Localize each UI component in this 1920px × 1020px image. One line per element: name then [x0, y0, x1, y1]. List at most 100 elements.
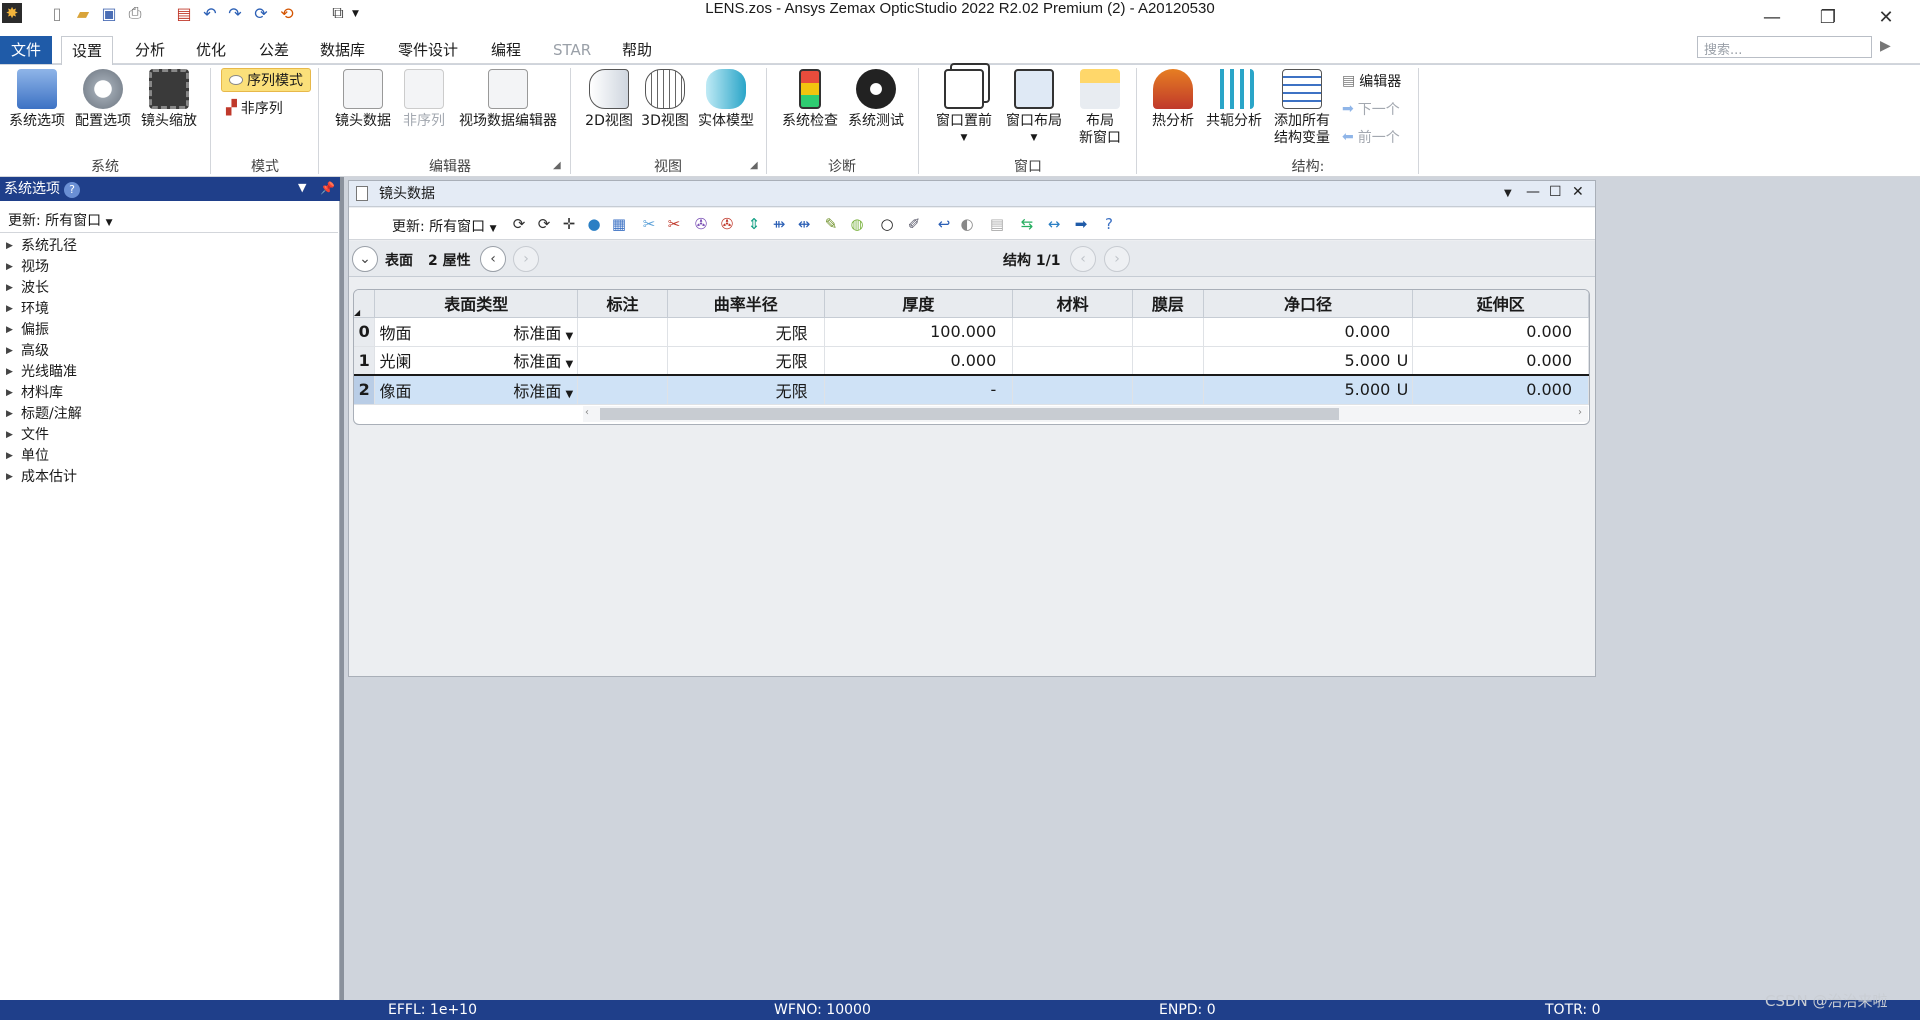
tree-item[interactable]: ▶ 波长 [6, 278, 49, 298]
menu-setup[interactable]: 设置 [61, 36, 114, 65]
material-cell[interactable] [1012, 374, 1133, 405]
radius-cell[interactable]: 无限 [667, 346, 825, 376]
add-all-config-vars-button[interactable]: 添加所有 结构变量 [1270, 69, 1334, 147]
menu-tolerance[interactable]: 公差 [249, 38, 299, 64]
sequential-mode-button[interactable]: 序列模式 [221, 68, 311, 92]
col-material[interactable]: 材料 [1012, 290, 1133, 318]
menu-file[interactable]: 文件 [0, 36, 52, 64]
coating-cell[interactable] [1132, 374, 1204, 405]
minimize-button[interactable]: — [1752, 4, 1792, 30]
toolbar-tool-icon[interactable]: ? [1100, 215, 1118, 233]
chevron-down-icon[interactable]: ▼ [565, 331, 573, 342]
surface-type-cell[interactable]: 像面 标准面 ▼ [374, 374, 579, 405]
expand-arrow-icon[interactable]: ▶ [6, 425, 21, 445]
toolbar-tool-icon[interactable]: ⟳ [535, 215, 553, 233]
tree-item[interactable]: ▶ 环境 [6, 299, 49, 319]
toolbar-tool-icon[interactable]: ◐ [958, 215, 976, 233]
clear-semi-dia-cell[interactable]: 5.000 U [1203, 374, 1414, 405]
comment-cell[interactable] [577, 346, 668, 376]
next-surface-button[interactable]: › [513, 246, 539, 272]
tree-item[interactable]: ▶ 材料库 [6, 383, 63, 403]
window-menu-icon[interactable]: ▼ [1504, 188, 1512, 199]
col-radius[interactable]: 曲率半径 [667, 290, 825, 318]
window-layout-button[interactable]: 窗口布局 ▼ [1002, 69, 1066, 147]
scrollbar-thumb[interactable] [600, 408, 1339, 420]
chevron-down-icon[interactable]: ▼ [565, 389, 573, 400]
row-number[interactable]: 1 [354, 346, 376, 376]
expand-arrow-icon[interactable]: ▶ [6, 236, 21, 256]
col-coating[interactable]: 膜层 [1132, 290, 1204, 318]
expand-arrow-icon[interactable]: ▶ [6, 341, 21, 361]
col-chip-zone[interactable]: 延伸区 [1412, 290, 1589, 318]
expand-arrow-icon[interactable]: ▶ [6, 383, 21, 403]
toolbar-tool-icon[interactable]: ⇕ [745, 215, 763, 233]
expand-arrow-icon[interactable]: ▶ [6, 446, 21, 466]
restore-button[interactable]: ❐ [1808, 4, 1848, 30]
expand-arrow-icon[interactable]: ▶ [6, 320, 21, 340]
expand-arrow-icon[interactable]: ▶ [6, 362, 21, 382]
col-thickness[interactable]: 厚度 [824, 290, 1014, 318]
toolbar-tool-icon[interactable]: ▦ [610, 215, 628, 233]
row-number[interactable]: 0 [354, 317, 376, 347]
thickness-cell[interactable]: 0.000 [824, 346, 1014, 376]
surface-type-cell[interactable]: 物面 标准面 ▼ [374, 317, 579, 347]
comment-cell[interactable] [577, 317, 668, 347]
toolbar-tool-icon[interactable]: ⇆ [1018, 215, 1036, 233]
2d-view-button[interactable]: 2D视图 [582, 69, 636, 130]
system-options-button[interactable]: 系统选项 [6, 69, 68, 130]
thickness-cell[interactable]: - [824, 374, 1014, 405]
menu-star[interactable]: STAR [543, 38, 601, 64]
play-icon[interactable]: ▶ [1880, 38, 1891, 54]
expand-arrow-icon[interactable]: ▶ [6, 278, 21, 298]
solve-flag[interactable]: U [1390, 351, 1409, 370]
lens-data-button[interactable]: 镜头数据 [332, 69, 394, 130]
config-editor-button[interactable]: ▤ 编辑器 [1342, 71, 1401, 91]
scroll-right-icon[interactable]: › [1578, 407, 1582, 418]
surface-type-cell[interactable]: 光阑 标准面 ▼ [374, 346, 579, 376]
tree-item[interactable]: ▶ 系统孔径 [6, 236, 77, 256]
shaded-model-button[interactable]: 实体模型 [694, 69, 758, 130]
clear-semi-dia-cell[interactable]: 5.000 U [1203, 346, 1414, 376]
dialog-launcher-icon[interactable]: ◢ [553, 160, 561, 171]
update-all-windows-dropdown[interactable]: 更新: 所有窗口 ▼ [8, 210, 113, 230]
col-surface-type[interactable]: 表面类型 [374, 290, 579, 318]
table-row[interactable]: 2 像面 标准面 ▼ 无限 - 5.000 U 0.000 [354, 374, 1589, 405]
chip-zone-cell[interactable]: 0.000 [1412, 346, 1589, 376]
row-number[interactable]: 2 [354, 374, 376, 405]
next-config-nav-button[interactable]: › [1104, 246, 1130, 272]
thermal-analysis-button[interactable]: 热分析 [1148, 69, 1198, 130]
toolbar-tool-icon[interactable]: ◍ [848, 215, 866, 233]
clear-semi-dia-cell[interactable]: 0.000 [1203, 317, 1414, 347]
toolbar-tool-icon[interactable]: ⇹ [795, 215, 813, 233]
radius-cell[interactable]: 无限 [667, 317, 825, 347]
prev-config-nav-button[interactable]: ‹ [1070, 246, 1096, 272]
toolbar-tool-icon[interactable]: ↩ [935, 215, 953, 233]
tree-item[interactable]: ▶ 视场 [6, 257, 49, 277]
toolbar-tool-icon[interactable]: ✎ [822, 215, 840, 233]
field-data-editor-button[interactable]: 视场数据编辑器 [452, 69, 564, 130]
toolbar-tool-icon[interactable]: ✐ [905, 215, 923, 233]
chevron-down-icon[interactable]: ▼ [565, 359, 573, 370]
help-icon[interactable]: ? [64, 182, 80, 198]
expand-arrow-icon[interactable]: ▶ [6, 404, 21, 424]
menu-optimize[interactable]: 优化 [186, 38, 236, 64]
toolbar-tool-icon[interactable]: ⇻ [770, 215, 788, 233]
expand-properties-button[interactable]: ⌄ [352, 246, 378, 272]
table-row[interactable]: 0 物面 标准面 ▼ 无限 100.000 0.000 0.000 [354, 317, 1589, 347]
radius-cell[interactable]: 无限 [667, 374, 825, 405]
tree-item[interactable]: ▶ 文件 [6, 425, 49, 445]
menu-part-design[interactable]: 零件设计 [388, 38, 468, 64]
tree-item[interactable]: ▶ 单位 [6, 446, 49, 466]
lens-scale-button[interactable]: 镜头缩放 [138, 69, 200, 130]
tree-item[interactable]: ▶ 成本估计 [6, 467, 77, 487]
toolbar-tool-icon[interactable]: ✇ [692, 215, 710, 233]
toolbar-tool-icon[interactable]: ➡ [1072, 215, 1090, 233]
toolbar-tool-icon[interactable]: ○ [878, 215, 896, 233]
system-check-button[interactable]: 系统检查 [778, 69, 842, 130]
scroll-left-icon[interactable]: ‹ [585, 407, 589, 418]
col-comment[interactable]: 标注 [577, 290, 668, 318]
window-minimize-button[interactable]: — [1526, 184, 1540, 200]
solve-flag[interactable]: U [1390, 380, 1409, 399]
toolbar-tool-icon[interactable]: ✂ [665, 215, 683, 233]
next-config-button[interactable]: ➡ 下一个 [1342, 99, 1400, 119]
